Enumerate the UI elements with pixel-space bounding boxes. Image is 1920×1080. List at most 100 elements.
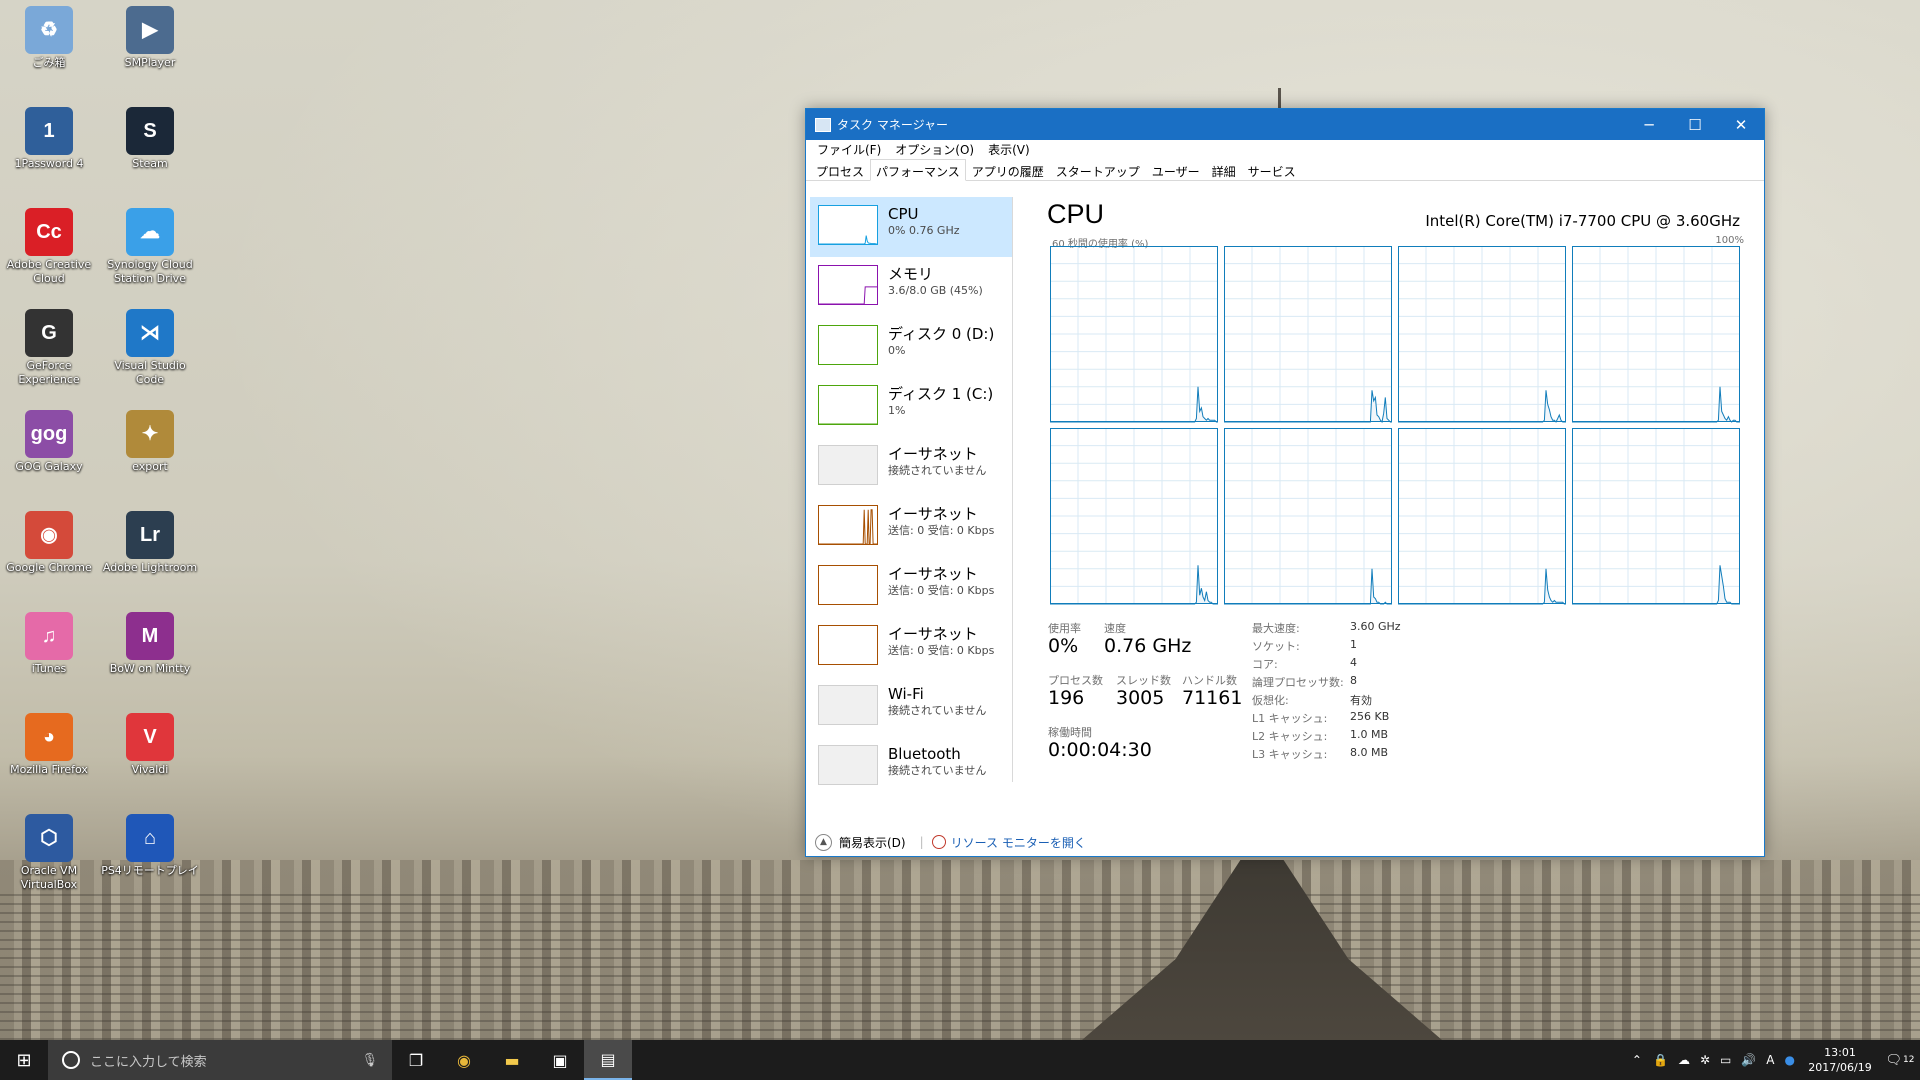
desktop-icon-label: Adobe Lightroom: [102, 561, 198, 574]
desktop-icon-1password[interactable]: 1 1Password 4: [0, 107, 99, 171]
desktop-icon-vivaldi[interactable]: V Vivaldi: [100, 713, 200, 777]
desktop-icon-ps4-remote[interactable]: ⌂ PS4リモートプレイ: [100, 814, 200, 878]
open-resource-monitor-link[interactable]: リソース モニターを開く: [951, 834, 1086, 851]
sidebar-sparkline: [818, 685, 878, 725]
sidebar-item-6[interactable]: イーサネット 送信: 0 受信: 0 Kbps: [810, 557, 1012, 617]
desktop-icon-smplayer[interactable]: ▶ SMPlayer: [100, 6, 200, 70]
core-graph-2: [1398, 246, 1566, 423]
sidebar-item-0[interactable]: CPU 0% 0.76 GHz: [810, 197, 1012, 257]
action-center-icon[interactable]: 🗨 12: [1880, 1053, 1920, 1068]
desktop-icon-label: Synology Cloud Station Drive: [107, 258, 193, 285]
sidebar-sparkline: [818, 385, 878, 425]
core-graph-0: [1050, 246, 1218, 423]
desktop-icon-mintty[interactable]: M BoW on Mintty: [100, 612, 200, 676]
tab-users[interactable]: ユーザー: [1146, 159, 1206, 180]
wallpaper-tower-tip: [1278, 88, 1281, 108]
clock[interactable]: 13:01 2017/06/19: [1800, 1045, 1880, 1075]
desktop-icon-recycle-bin[interactable]: ♻ ごみ箱: [0, 6, 99, 70]
desktop-icon-vscode[interactable]: ⋊ Visual Studio Code: [100, 309, 200, 387]
taskbar: ⊞ ここに入力して検索 🎙 ❐ ◉ ▬ ▣ ▤ ⌃ 🔒 ☁ ✲ ▭ 🔊 A ● …: [0, 1040, 1920, 1080]
menu-view[interactable]: 表示(V): [981, 141, 1037, 158]
task-view-button[interactable]: ❐: [392, 1040, 440, 1080]
desktop-icon-label: PS4リモートプレイ: [101, 864, 199, 877]
chevron-up-icon[interactable]: ▲: [815, 833, 832, 851]
spec-value: 256 KB: [1350, 710, 1390, 723]
steam-icon: S: [126, 107, 174, 155]
chrome-taskbar-icon[interactable]: ◉: [440, 1040, 488, 1080]
ime-indicator[interactable]: A: [1761, 1053, 1779, 1067]
desktop-icon-virtualbox[interactable]: ⬡ Oracle VM VirtualBox: [0, 814, 99, 892]
core-graph-5: [1224, 428, 1392, 605]
maximize-icon[interactable]: ☐: [1672, 109, 1718, 140]
desktop-icon-firefox[interactable]: ◕ Mozilla Firefox: [0, 713, 99, 777]
menu-options[interactable]: オプション(O): [888, 141, 981, 158]
dropbox-icon[interactable]: ✲: [1695, 1053, 1715, 1067]
desktop-icon-gog[interactable]: gog GOG Galaxy: [0, 410, 99, 474]
gog-icon: gog: [25, 410, 73, 458]
sidebar-item-5[interactable]: イーサネット 送信: 0 受信: 0 Kbps: [810, 497, 1012, 557]
desktop-icon-itunes[interactable]: ♫ iTunes: [0, 612, 99, 676]
tab-details[interactable]: 詳細: [1206, 159, 1242, 180]
fewer-details-button[interactable]: 簡易表示(D): [839, 834, 906, 851]
network-icon[interactable]: ▭: [1715, 1053, 1736, 1067]
desktop-icon-creative-cloud[interactable]: Cc Adobe Creative Cloud: [0, 208, 99, 286]
ps4-remote-icon: ⌂: [126, 814, 174, 862]
desktop-icon-steam[interactable]: S Steam: [100, 107, 200, 171]
show-hidden-icons-icon[interactable]: ⌃: [1626, 1053, 1648, 1067]
tab-app-history[interactable]: アプリの履歴: [966, 159, 1050, 180]
sidebar-sparkline: [818, 565, 878, 605]
sidebar-item-7[interactable]: イーサネット 送信: 0 受信: 0 Kbps: [810, 617, 1012, 677]
tab-performance[interactable]: パフォーマンス: [870, 159, 966, 181]
tab-startup[interactable]: スタートアップ: [1050, 159, 1146, 180]
close-icon[interactable]: ✕: [1718, 109, 1764, 140]
start-button[interactable]: ⊞: [0, 1040, 48, 1080]
sidebar-item-9[interactable]: Bluetooth 接続されていません: [810, 737, 1012, 797]
minimize-icon[interactable]: ─: [1626, 109, 1672, 140]
onedrive-icon[interactable]: ☁: [1673, 1053, 1695, 1067]
desktop-icon-lightroom[interactable]: Lr Adobe Lightroom: [100, 511, 200, 575]
microphone-icon[interactable]: 🎙: [361, 1053, 378, 1068]
spec-value: 8: [1350, 674, 1357, 687]
desktop-icon-synology[interactable]: ☁ Synology Cloud Station Drive: [100, 208, 200, 286]
desktop-icon-geforce[interactable]: G GeForce Experience: [0, 309, 99, 387]
tab-processes[interactable]: プロセス: [810, 159, 870, 180]
spec-value: 1: [1350, 638, 1357, 651]
menu-file[interactable]: ファイル(F): [810, 141, 888, 158]
uptime-value: 0:00:04:30: [1048, 739, 1152, 761]
processes-label: プロセス数: [1048, 674, 1103, 687]
tab-services[interactable]: サービス: [1242, 159, 1302, 180]
sidebar-item-3[interactable]: ディスク 1 (C:) 1%: [810, 377, 1012, 437]
desktop-icon-export[interactable]: ✦ export: [100, 410, 200, 474]
sidebar-item-8[interactable]: Wi-Fi 接続されていません: [810, 677, 1012, 737]
processes-value: 196: [1048, 687, 1085, 709]
spec-key: ソケット:: [1252, 640, 1300, 653]
search-box[interactable]: ここに入力して検索 🎙: [48, 1040, 392, 1080]
desktop-icon-label: Steam: [132, 157, 168, 170]
sidebar-item-1[interactable]: メモリ 3.6/8.0 GB (45%): [810, 257, 1012, 317]
task-manager-taskbar-icon[interactable]: ▤: [584, 1040, 632, 1080]
spec-key: 最大速度:: [1252, 622, 1300, 635]
menu-bar: ファイル(F) オプション(O) 表示(V): [806, 140, 1764, 159]
desktop-icon-chrome[interactable]: ◉ Google Chrome: [0, 511, 99, 575]
file-explorer-icon[interactable]: ▬: [488, 1040, 536, 1080]
cortana-tray-icon[interactable]: ●: [1780, 1053, 1800, 1067]
title-bar[interactable]: タスク マネージャー ─ ☐ ✕: [806, 109, 1764, 140]
clock-date: 2017/06/19: [1808, 1061, 1872, 1074]
usage-value: 0%: [1048, 635, 1079, 657]
sidebar-item-name: ディスク 1 (C:): [888, 385, 994, 403]
lock-icon[interactable]: 🔒: [1648, 1053, 1673, 1067]
sidebar-item-name: イーサネット: [888, 565, 978, 583]
desktop-icon-label: BoW on Mintty: [109, 662, 191, 675]
sidebar-item-2[interactable]: ディスク 0 (D:) 0%: [810, 317, 1012, 377]
volume-icon[interactable]: 🔊: [1736, 1053, 1761, 1067]
smplayer-icon: ▶: [126, 6, 174, 54]
graph-max-label: 100%: [1715, 235, 1744, 246]
export-icon: ✦: [126, 410, 174, 458]
sidebar-item-detail: 送信: 0 受信: 0 Kbps: [888, 584, 995, 597]
store-icon[interactable]: ▣: [536, 1040, 584, 1080]
sidebar-item-4[interactable]: イーサネット 接続されていません: [810, 437, 1012, 497]
spec-key: 仮想化:: [1252, 694, 1289, 707]
sidebar-item-detail: 送信: 0 受信: 0 Kbps: [888, 524, 995, 537]
system-tray: ⌃ 🔒 ☁ ✲ ▭ 🔊 A ● 13:01 2017/06/19 🗨 12: [1626, 1040, 1920, 1080]
spec-key: L2 キャッシュ:: [1252, 730, 1328, 743]
